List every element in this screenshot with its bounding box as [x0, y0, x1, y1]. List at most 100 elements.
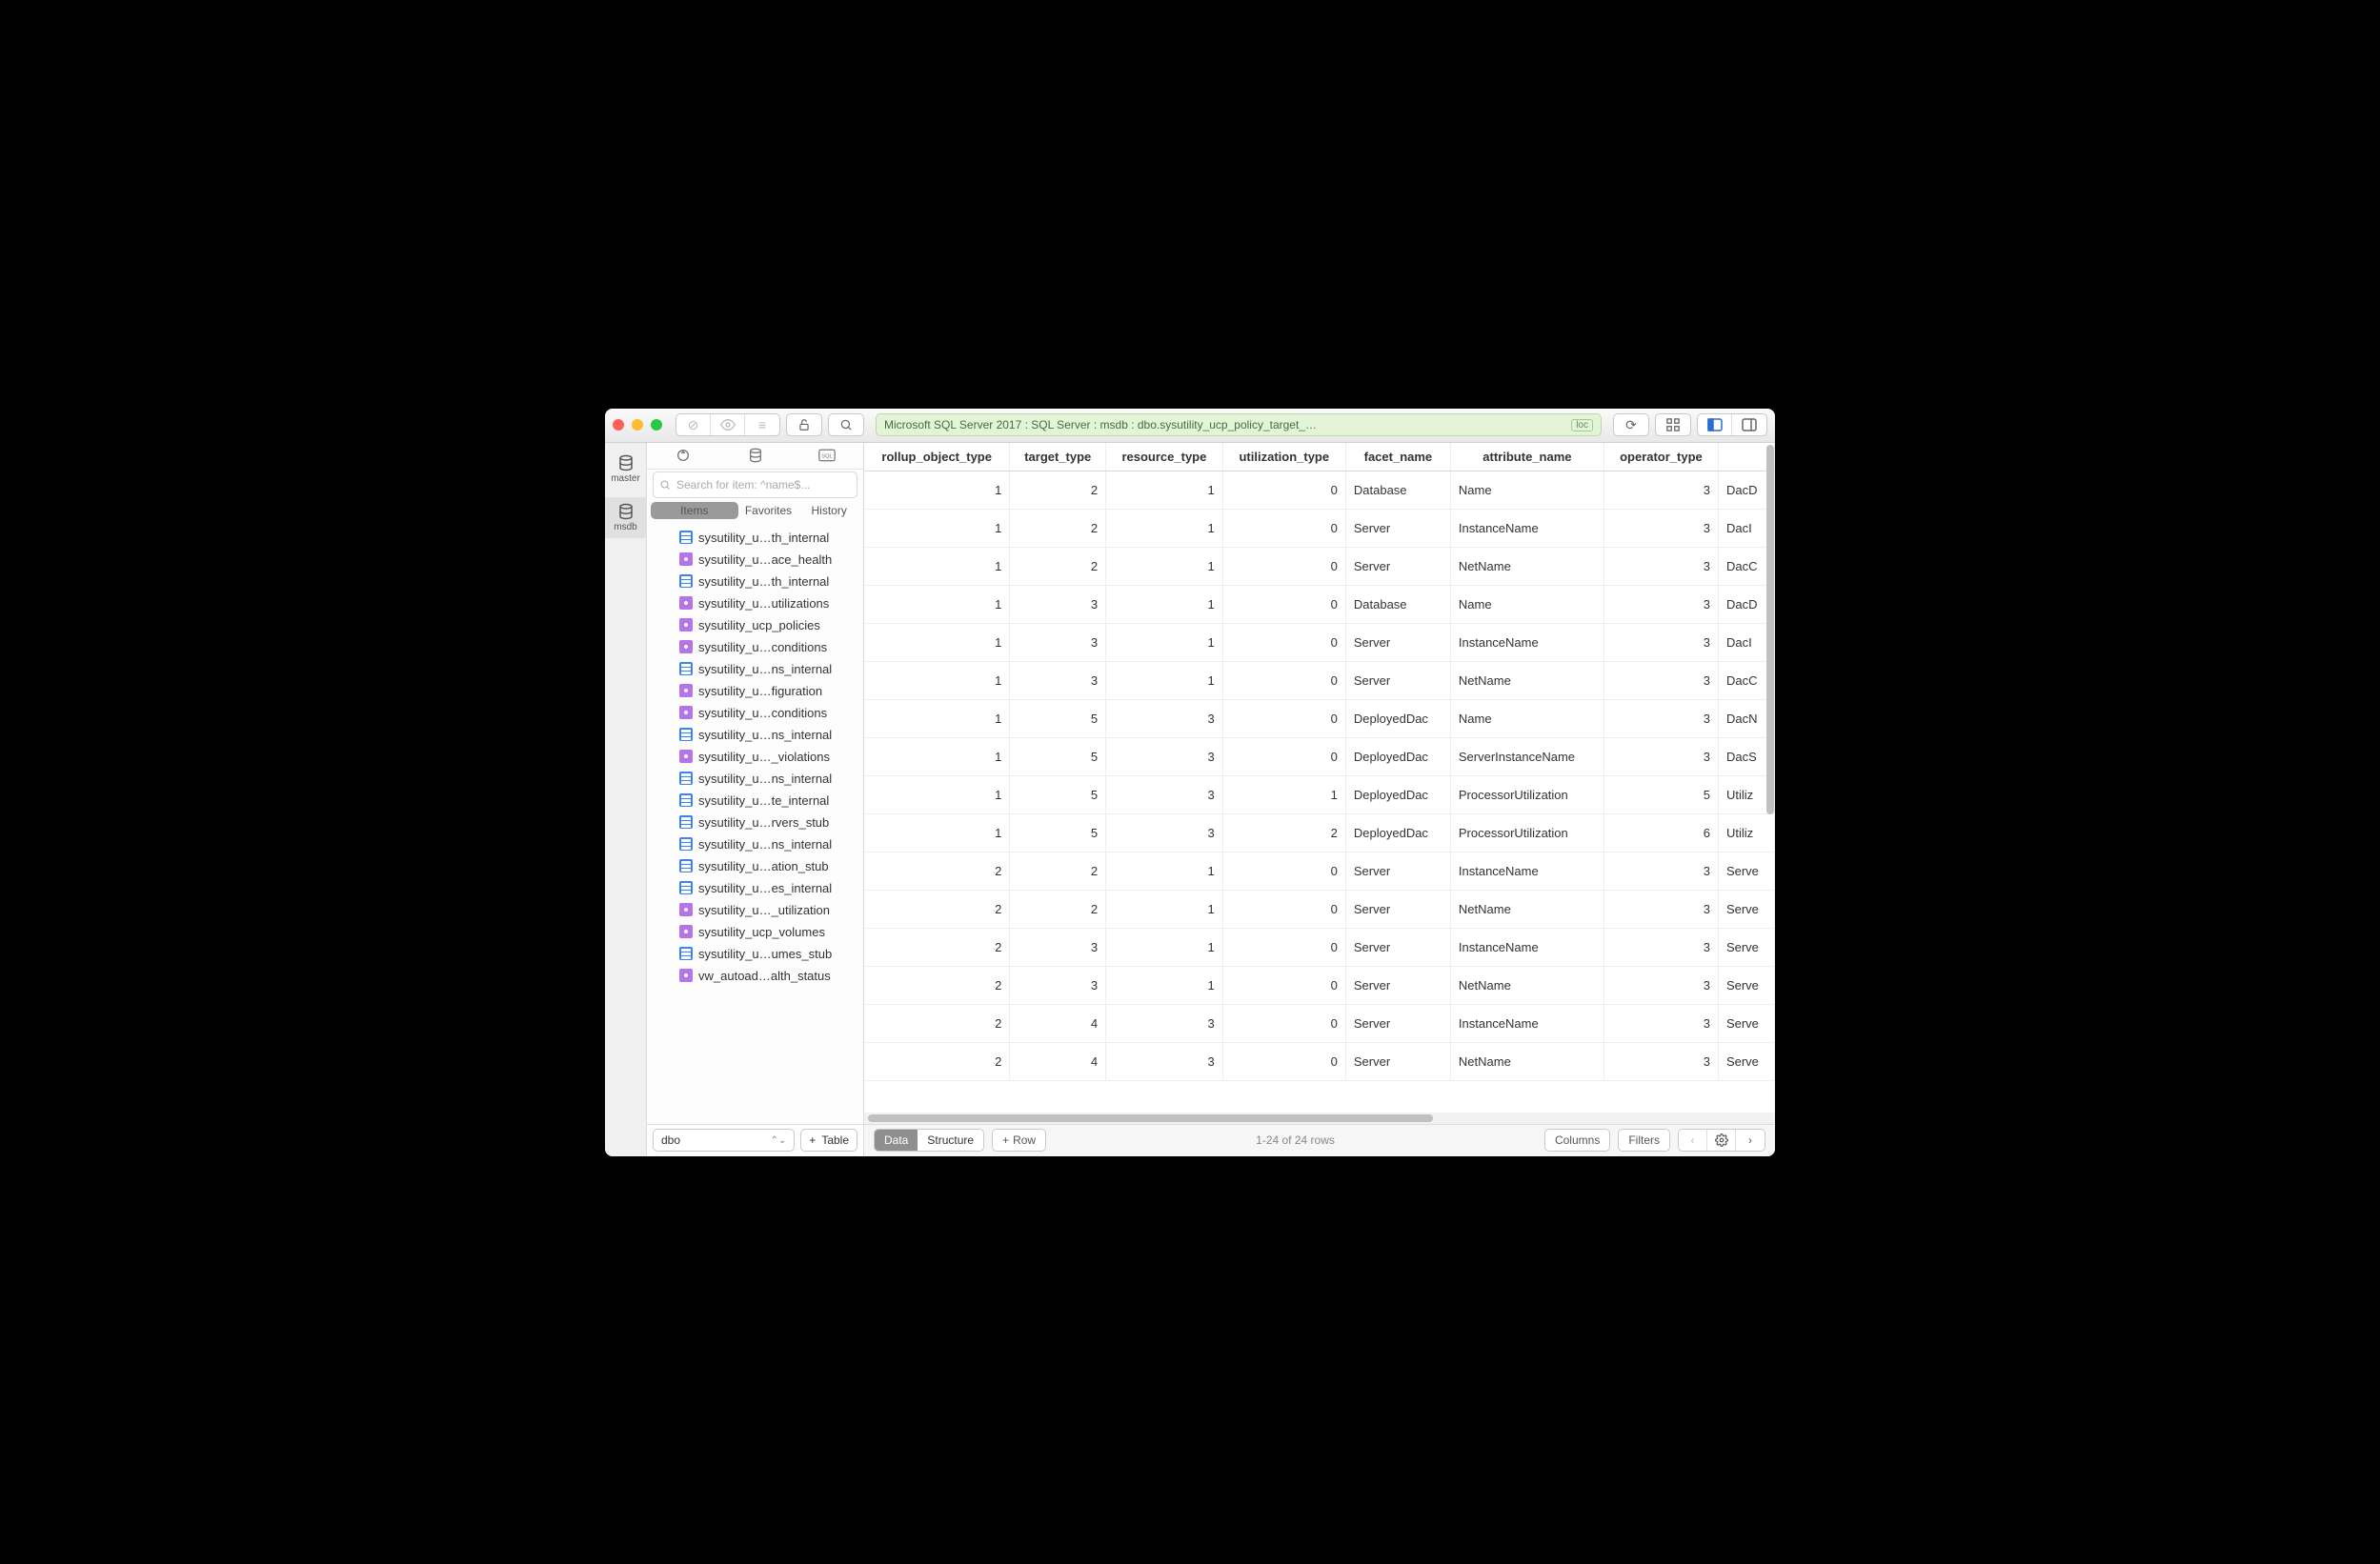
seg-history[interactable]: History	[798, 504, 859, 517]
grid-cell[interactable]: Name	[1450, 471, 1603, 510]
grid-cell[interactable]: 1	[864, 738, 1010, 776]
grid-cell[interactable]: 1	[1106, 929, 1223, 967]
grid-cell[interactable]: 1	[864, 548, 1010, 586]
tree-item[interactable]: sysutility_u…th_internal	[647, 571, 863, 592]
table-row[interactable]: 1532DeployedDacProcessorUtilization6Util…	[864, 814, 1775, 852]
table-row[interactable]: 2430ServerInstanceName3Serve	[864, 1005, 1775, 1043]
grid-cell[interactable]: 1	[864, 586, 1010, 624]
grid-cell[interactable]: 1	[864, 510, 1010, 548]
grid-cell[interactable]: 0	[1222, 852, 1345, 891]
grid-cell[interactable]: 0	[1222, 471, 1345, 510]
grid-icon[interactable]	[1656, 413, 1690, 436]
grid-cell[interactable]: 3	[1010, 624, 1106, 662]
grid-cell[interactable]: 5	[1010, 814, 1106, 852]
grid-cell[interactable]: 3	[1010, 586, 1106, 624]
grid-cell[interactable]: 3	[1603, 738, 1718, 776]
grid-cell[interactable]: 0	[1222, 1005, 1345, 1043]
grid-cell[interactable]: 1	[1106, 471, 1223, 510]
database-tab-icon[interactable]	[719, 443, 792, 469]
refresh-icon[interactable]: ⟳	[1614, 413, 1648, 436]
grid-cell[interactable]: Server	[1345, 891, 1450, 929]
grid-cell[interactable]: Database	[1345, 471, 1450, 510]
grid-cell[interactable]: NetName	[1450, 662, 1603, 700]
tree-item[interactable]: sysutility_u…te_internal	[647, 790, 863, 812]
minimize-window[interactable]	[632, 419, 643, 431]
sidebar-right-icon[interactable]	[1732, 413, 1766, 436]
grid-cell[interactable]: DeployedDac	[1345, 814, 1450, 852]
db-rail-item-msdb[interactable]: msdb	[605, 497, 647, 538]
grid-cell[interactable]: 2	[864, 929, 1010, 967]
grid-cell[interactable]: 3	[1603, 510, 1718, 548]
grid-cell[interactable]: 3	[1603, 548, 1718, 586]
column-header[interactable]: utilization_type	[1222, 443, 1345, 471]
sql-tab-icon[interactable]: SQL	[791, 443, 863, 469]
object-tree[interactable]: sysutility_u…th_internalsysutility_u…ace…	[647, 525, 863, 1124]
tree-item[interactable]: sysutility_u…ns_internal	[647, 658, 863, 680]
grid-cell[interactable]: 1	[1106, 586, 1223, 624]
table-row[interactable]: 1310DatabaseName3DacD	[864, 586, 1775, 624]
grid-cell[interactable]: 1	[1106, 891, 1223, 929]
gear-icon[interactable]	[1707, 1130, 1736, 1151]
grid-cell[interactable]: 3	[1603, 929, 1718, 967]
grid-cell[interactable]: InstanceName	[1450, 929, 1603, 967]
grid-cell[interactable]: 3	[1603, 662, 1718, 700]
grid-cell[interactable]: 4	[1010, 1043, 1106, 1081]
tree-item[interactable]: sysutility_u…rvers_stub	[647, 812, 863, 833]
grid-cell[interactable]: Server	[1345, 929, 1450, 967]
tree-item[interactable]: sysutility_u…_utilization	[647, 899, 863, 921]
grid-cell[interactable]: 1	[864, 814, 1010, 852]
grid-cell[interactable]: Server	[1345, 967, 1450, 1005]
horizontal-scrollbar[interactable]	[864, 1113, 1775, 1124]
grid-cell[interactable]: InstanceName	[1450, 510, 1603, 548]
grid-cell[interactable]: 3	[1603, 700, 1718, 738]
zoom-window[interactable]	[651, 419, 662, 431]
vertical-scrollbar[interactable]	[1765, 445, 1775, 1118]
table-row[interactable]: 2310ServerNetName3Serve	[864, 967, 1775, 1005]
next-page-icon[interactable]: ›	[1736, 1130, 1765, 1151]
grid-cell[interactable]: 3	[1603, 471, 1718, 510]
grid-cell[interactable]: 1	[864, 776, 1010, 814]
close-window[interactable]	[613, 419, 624, 431]
grid-cell[interactable]: 1	[1106, 662, 1223, 700]
table-row[interactable]: 2430ServerNetName3Serve	[864, 1043, 1775, 1081]
grid-cell[interactable]: 2	[864, 852, 1010, 891]
grid-cell[interactable]: 2	[864, 967, 1010, 1005]
grid-cell[interactable]: 0	[1222, 510, 1345, 548]
grid-cell[interactable]: 3	[1106, 1005, 1223, 1043]
grid-cell[interactable]: NetName	[1450, 891, 1603, 929]
grid-cell[interactable]: NetName	[1450, 967, 1603, 1005]
grid-cell[interactable]: 0	[1222, 548, 1345, 586]
table-row[interactable]: 1530DeployedDacServerInstanceName3DacS	[864, 738, 1775, 776]
search-icon[interactable]	[829, 413, 863, 436]
tree-item[interactable]: sysutility_u…ns_internal	[647, 724, 863, 746]
grid-cell[interactable]: 0	[1222, 891, 1345, 929]
grid-cell[interactable]: Server	[1345, 662, 1450, 700]
grid-cell[interactable]: 1	[864, 662, 1010, 700]
tree-item[interactable]: sysutility_u…conditions	[647, 636, 863, 658]
grid-cell[interactable]: 1	[1106, 967, 1223, 1005]
column-header[interactable]: facet_name	[1345, 443, 1450, 471]
grid-cell[interactable]: Server	[1345, 548, 1450, 586]
table-row[interactable]: 2210ServerInstanceName3Serve	[864, 852, 1775, 891]
grid-cell[interactable]: 1	[864, 471, 1010, 510]
grid-cell[interactable]: 2	[1010, 891, 1106, 929]
add-table-button[interactable]: + Table	[800, 1129, 857, 1152]
grid-cell[interactable]: 3	[1603, 1005, 1718, 1043]
grid-cell[interactable]: 1	[864, 700, 1010, 738]
grid-cell[interactable]: InstanceName	[1450, 852, 1603, 891]
prev-page-icon[interactable]: ‹	[1679, 1130, 1707, 1151]
grid-cell[interactable]: Name	[1450, 700, 1603, 738]
grid-cell[interactable]: DeployedDac	[1345, 776, 1450, 814]
grid-cell[interactable]: 0	[1222, 662, 1345, 700]
scrollbar-thumb[interactable]	[868, 1114, 1433, 1122]
list-icon[interactable]: ≡	[745, 413, 779, 436]
grid-cell[interactable]: NetName	[1450, 1043, 1603, 1081]
table-row[interactable]: 1210ServerNetName3DacC	[864, 548, 1775, 586]
grid-cell[interactable]: 3	[1106, 776, 1223, 814]
tree-item[interactable]: vw_autoad…alth_status	[647, 965, 863, 987]
grid-cell[interactable]: 3	[1106, 738, 1223, 776]
grid-cell[interactable]: 0	[1222, 929, 1345, 967]
grid-cell[interactable]: 2	[1010, 548, 1106, 586]
column-header[interactable]: rollup_object_type	[864, 443, 1010, 471]
grid-scroll[interactable]: rollup_object_typetarget_typeresource_ty…	[864, 443, 1775, 1113]
